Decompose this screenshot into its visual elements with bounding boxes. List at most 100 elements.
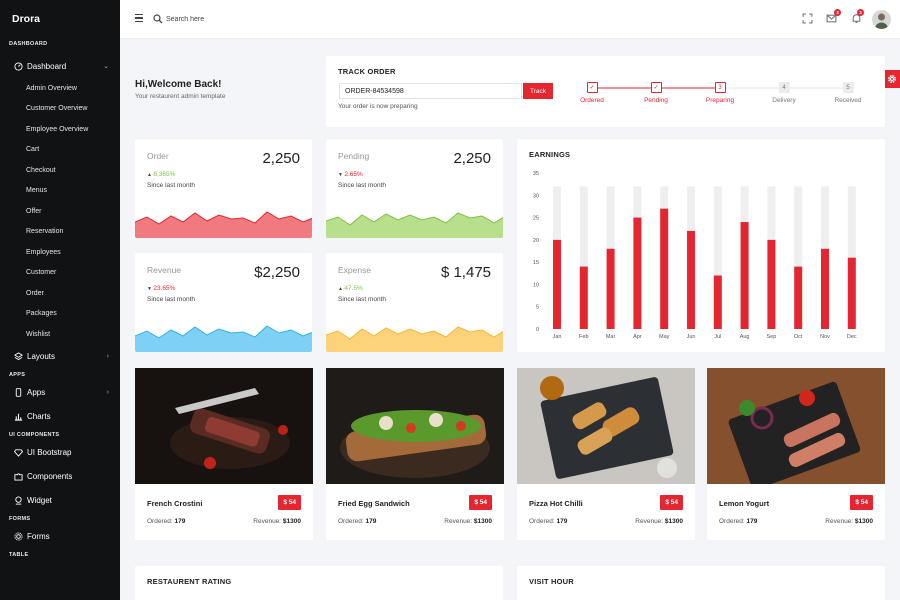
sidebar-subitem[interactable]: Admin Overview (0, 78, 120, 99)
revenue-value: $1300 (282, 518, 301, 525)
stat-sparkline (326, 212, 503, 238)
layers-icon (13, 352, 23, 362)
stat-card-revenue: Revenue $2,250 ▼ 23.65% Since last month (135, 253, 312, 352)
sidebar-subitem[interactable]: Order (0, 283, 120, 304)
ordered-count: Ordered: 179 (338, 518, 376, 525)
food-name[interactable]: Pizza Hot Chilli (529, 499, 583, 508)
bar-oct (794, 266, 803, 329)
sidebar-item-layouts[interactable]: Layouts › (0, 345, 120, 369)
price-badge: $ 54 (850, 495, 873, 510)
sidebar-subitem[interactable]: Offer (0, 201, 120, 222)
sidebar-subitem[interactable]: Employees (0, 242, 120, 263)
y-tick-label: 35 (533, 171, 539, 177)
step-marker: ✓ (586, 82, 598, 93)
stat-value: 2,250 (453, 150, 491, 167)
food-image[interactable] (135, 368, 313, 484)
sidebar-subitem[interactable]: Customer Overview (0, 99, 120, 120)
food-card[interactable]: Fried Egg Sandwich $ 54 Ordered: 179 Revenu… (326, 368, 504, 540)
gauge-icon (13, 61, 23, 71)
price-badge: $ 54 (278, 495, 301, 510)
food-image[interactable] (707, 368, 885, 484)
bar-jan (553, 239, 561, 329)
ordered-label: Ordered: (719, 518, 745, 525)
sidebar-subitem[interactable]: Packages (0, 304, 120, 325)
bar-may (660, 208, 669, 329)
food-name[interactable]: Fried Egg Sandwich (338, 499, 410, 508)
sidebar-item-dashboard[interactable]: Dashboard ⌄ (0, 54, 120, 78)
sidebar-item-label: Widget (27, 496, 52, 505)
chevron-down-icon: ⌄ (103, 63, 109, 70)
food-image[interactable] (517, 368, 695, 484)
bar-nov (821, 248, 829, 329)
avatar[interactable] (872, 10, 891, 29)
bar-apr (633, 217, 642, 329)
x-tick-label: Oct (794, 334, 803, 340)
sidebar-subitem[interactable]: Checkout (0, 160, 120, 181)
stat-label: Revenue (147, 265, 182, 275)
ordered-value: 179 (174, 518, 186, 525)
stat-since: Since last month (147, 182, 196, 189)
revenue: Revenue: $1300 (253, 518, 301, 525)
search-input[interactable] (166, 12, 316, 27)
food-card[interactable]: Lemon Yogurt $ 54 Ordered: 179 Revenue: $13… (707, 368, 885, 540)
sidebar-item-label: Dashboard (27, 61, 67, 71)
menu-toggle-icon[interactable] (135, 14, 143, 23)
food-image[interactable] (326, 368, 504, 484)
welcome-subtitle: Your restaurent admin template (135, 93, 226, 100)
sidebar-subitem[interactable]: Employee Overview (0, 119, 120, 140)
track-step: ✓ Ordered (570, 82, 614, 104)
food-card[interactable]: Pizza Hot Chilli $ 54 Ordered: 179 Revenue:… (517, 368, 695, 540)
sidebar-subitem[interactable]: Reservation (0, 222, 120, 243)
sidebar-item-components[interactable]: Components (0, 465, 120, 489)
sidebar-subitem[interactable]: Menus (0, 181, 120, 202)
stat-change: ▼ 2.65% (338, 171, 363, 178)
ordered-label: Ordered: (147, 518, 173, 525)
x-tick-label: Aug (740, 334, 750, 340)
sidebar-item-ui-bootstrap[interactable]: UI Bootstrap (0, 441, 120, 465)
x-tick-label: Sep (767, 334, 777, 340)
revenue: Revenue: $1300 (444, 518, 492, 525)
sidebar-item-apps[interactable]: Apps › (0, 381, 120, 405)
sidebar-subitem[interactable]: Customer (0, 263, 120, 284)
y-tick-label: 20 (533, 238, 539, 244)
food-name[interactable]: Lemon Yogurt (719, 499, 769, 508)
y-tick-label: 25 (533, 216, 539, 222)
settings-gear-button[interactable] (884, 70, 900, 88)
chevron-right-icon: › (106, 353, 109, 360)
stat-sparkline (135, 211, 312, 238)
ordered-label: Ordered: (338, 518, 364, 525)
bar-mar (606, 248, 615, 329)
sidebar-item-widget[interactable]: Widget (0, 489, 120, 513)
revenue-label: Revenue: (825, 518, 854, 525)
price-badge: $ 54 (469, 495, 492, 510)
restaurant-rating-card: RESTAURENT RATING (135, 566, 503, 600)
x-tick-label: Jul (714, 334, 721, 340)
stat-change-value: 23.65% (153, 285, 176, 292)
gear-icon (13, 532, 23, 542)
x-tick-label: Jan (553, 334, 562, 340)
brand-logo[interactable]: Drora (0, 0, 120, 38)
chevron-right-icon: › (106, 389, 109, 396)
x-tick-label: Feb (579, 334, 588, 340)
search-icon[interactable] (153, 14, 163, 26)
revenue-value: $1300 (473, 518, 492, 525)
food-card[interactable]: French Crostini $ 54 Ordered: 179 Revenue: … (135, 368, 313, 540)
y-tick-label: 10 (533, 282, 539, 288)
welcome-title: Hi,Welcome Back! (135, 79, 222, 90)
gear-icon (887, 74, 897, 84)
section-apps: APPS (9, 371, 26, 378)
food-name[interactable]: French Crostini (147, 499, 202, 508)
earnings-card: EARNINGS 0 5 10 15 20 25 30 35 Jan Feb Mar Apr May Ju… (517, 139, 885, 352)
fullscreen-icon[interactable] (802, 13, 813, 26)
stat-sparkline (326, 326, 503, 352)
sidebar-subitem[interactable]: Wishlist (0, 324, 120, 345)
bar-jul (713, 275, 722, 329)
track-order-card: TRACK ORDER Track Your order is now prep… (326, 56, 885, 127)
mail-badge: 3 (834, 9, 841, 16)
revenue-value: $1300 (854, 518, 873, 525)
sidebar-item-forms[interactable]: Forms (0, 525, 120, 549)
revenue-label: Revenue: (635, 518, 664, 525)
sidebar-subitem[interactable]: Cart (0, 140, 120, 161)
sidebar-item-charts[interactable]: Charts (0, 405, 120, 429)
diamond-icon (13, 448, 23, 458)
